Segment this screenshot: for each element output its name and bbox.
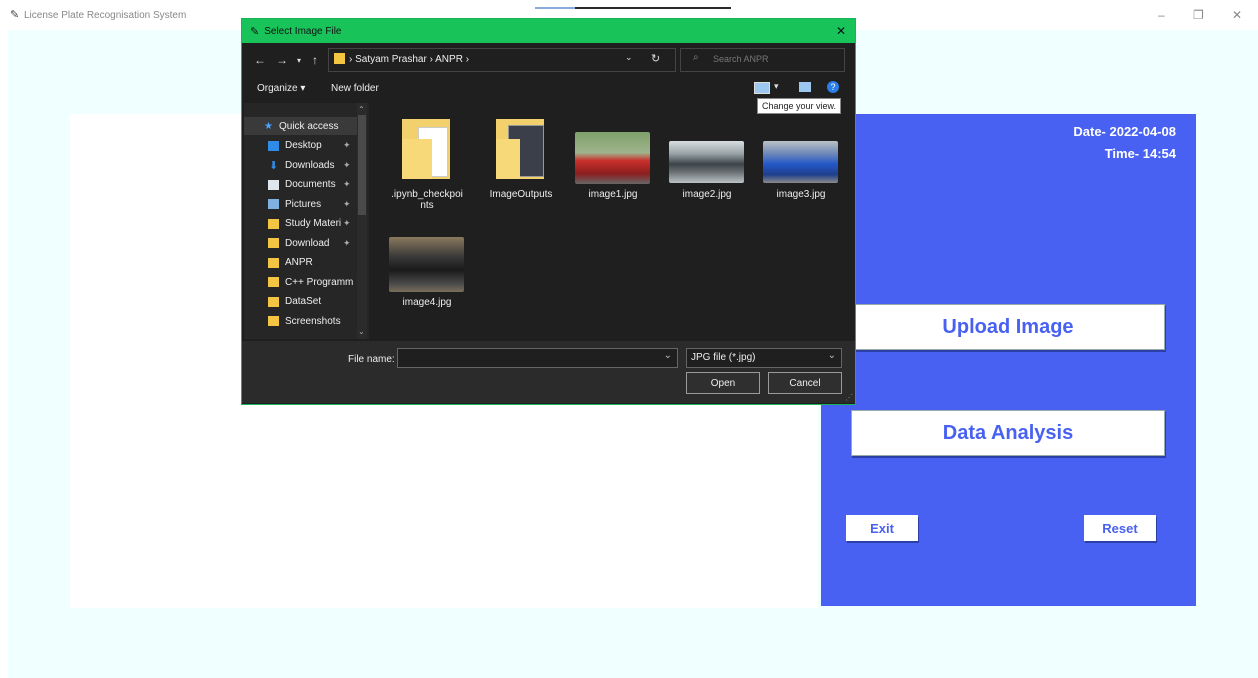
folder-icon (268, 297, 279, 307)
pin-icon: ✦ (343, 238, 351, 248)
reset-button[interactable]: Reset (1084, 515, 1156, 541)
help-icon[interactable]: ? (827, 81, 839, 93)
dialog-title: Select Image File (264, 25, 342, 37)
search-placeholder: Search ANPR (713, 54, 769, 64)
close-icon[interactable]: ✕ (1232, 8, 1242, 22)
file-item-imageoutputs[interactable]: ImageOutputs (479, 189, 563, 200)
preview-pane-icon[interactable] (799, 82, 811, 92)
feather-icon: ✎ (10, 9, 20, 21)
pin-icon: ✦ (343, 199, 351, 209)
pin-icon: ✦ (343, 218, 351, 228)
image4-thumbnail[interactable] (389, 237, 464, 292)
scroll-up-icon[interactable]: ⌃ (358, 105, 365, 114)
nav-item-documents[interactable]: Documents (285, 179, 336, 190)
back-icon[interactable]: ← (254, 53, 266, 67)
select-file-dialog: ✎ Select Image File ✕ ← → ▾ ↑ › Satyam P… (241, 18, 856, 405)
minimize-icon[interactable]: – (1158, 8, 1165, 22)
pin-icon: ✦ (343, 160, 351, 170)
file-name-wrap: nts (420, 200, 434, 211)
nav-item-cpp-programs[interactable]: C++ Programm (285, 277, 353, 288)
folder-icon[interactable] (400, 117, 454, 183)
file-type-value: JPG file (*.jpg) (691, 352, 756, 363)
document-icon (268, 180, 279, 190)
file-item-image3[interactable]: image3.jpg (759, 189, 843, 200)
maximize-icon[interactable]: ❐ (1193, 8, 1204, 22)
folder-icon (268, 258, 279, 268)
file-name: .ipynb_checkpoi (391, 189, 463, 200)
view-icon[interactable] (754, 82, 770, 94)
image3-thumbnail[interactable] (763, 141, 838, 183)
folder-icon (268, 277, 279, 287)
desktop-icon (268, 141, 279, 151)
time-label: Time- 14:54 (1104, 146, 1176, 161)
resize-grip-icon[interactable]: ⋰ (845, 393, 853, 402)
taskbar-line-accent (535, 7, 575, 9)
nav-item-study-material[interactable]: Study Materi (285, 218, 341, 229)
view-tooltip: Change your view. (757, 98, 842, 114)
nav-item-anpr[interactable]: ANPR (285, 257, 313, 268)
chevron-down-icon[interactable]: ▾ (774, 81, 779, 92)
upload-image-button[interactable]: Upload Image (851, 304, 1165, 350)
file-item-image2[interactable]: image2.jpg (665, 189, 749, 200)
nav-item-download[interactable]: Download (285, 238, 329, 249)
open-button[interactable]: Open (686, 372, 760, 394)
up-icon[interactable]: ↑ (312, 53, 318, 67)
nav-item-dataset[interactable]: DataSet (285, 296, 321, 307)
star-icon: ★ (264, 121, 273, 132)
nav-item-desktop[interactable]: Desktop (285, 140, 322, 151)
nav-scroll-thumb[interactable] (358, 115, 366, 215)
folder-icon (268, 219, 279, 229)
file-name-input[interactable]: ⌄ (397, 348, 678, 368)
dialog-titlebar: ✎ Select Image File ✕ (242, 19, 855, 43)
close-icon[interactable]: ✕ (836, 24, 846, 38)
chevron-down-icon[interactable]: ⌄ (664, 350, 672, 361)
pin-icon: ✦ (343, 140, 351, 150)
forward-icon[interactable]: → (276, 53, 288, 67)
cancel-button[interactable]: Cancel (768, 372, 842, 394)
breadcrumb[interactable]: › Satyam Prashar › ANPR › (349, 54, 469, 65)
search-icon: ⌕ (693, 52, 699, 63)
scroll-down-icon[interactable]: ⌄ (358, 327, 365, 336)
file-name-label: File name: (348, 354, 395, 365)
folder-icon (268, 238, 279, 248)
file-item-image4[interactable]: image4.jpg (385, 297, 469, 308)
dialog-footer: File name: ⌄ JPG file (*.jpg) ⌄ Open Can… (242, 341, 855, 403)
nav-item-pictures[interactable]: Pictures (285, 199, 321, 210)
address-bar[interactable]: › Satyam Prashar › ANPR › ⌄ ↻ (328, 48, 676, 72)
date-label: Date- 2022-04-08 (1073, 124, 1176, 139)
refresh-icon[interactable]: ↻ (651, 52, 660, 65)
nav-item-screenshots[interactable]: Screenshots (285, 316, 341, 327)
data-analysis-button[interactable]: Data Analysis (851, 410, 1165, 456)
file-item-image1[interactable]: image1.jpg (571, 189, 655, 200)
folder-icon (268, 316, 279, 326)
folder-icon (334, 53, 345, 64)
download-icon: ⬇ (269, 160, 279, 172)
organize-button[interactable]: Organize ▾ (257, 83, 305, 94)
folder-icon[interactable] (494, 117, 548, 183)
app-title: License Plate Recognisation System (24, 10, 187, 21)
chevron-down-icon[interactable]: ⌄ (828, 350, 836, 361)
file-type-select[interactable]: JPG file (*.jpg) ⌄ (686, 348, 842, 368)
recent-dropdown-icon[interactable]: ▾ (297, 56, 301, 65)
feather-icon: ✎ (250, 25, 260, 38)
exit-button[interactable]: Exit (846, 515, 918, 541)
image1-thumbnail[interactable] (575, 132, 650, 184)
search-input[interactable]: ⌕ Search ANPR (680, 48, 845, 72)
image2-thumbnail[interactable] (669, 141, 744, 183)
nav-item-downloads[interactable]: Downloads (285, 160, 334, 171)
pin-icon: ✦ (343, 179, 351, 189)
new-folder-button[interactable]: New folder (331, 83, 379, 94)
pictures-icon (268, 199, 279, 209)
nav-item-quick-access[interactable]: Quick access (279, 121, 338, 132)
file-item-ipynb-checkpoints[interactable]: .ipynb_checkpoi nts (385, 189, 469, 211)
chevron-down-icon[interactable]: ⌄ (625, 52, 633, 63)
